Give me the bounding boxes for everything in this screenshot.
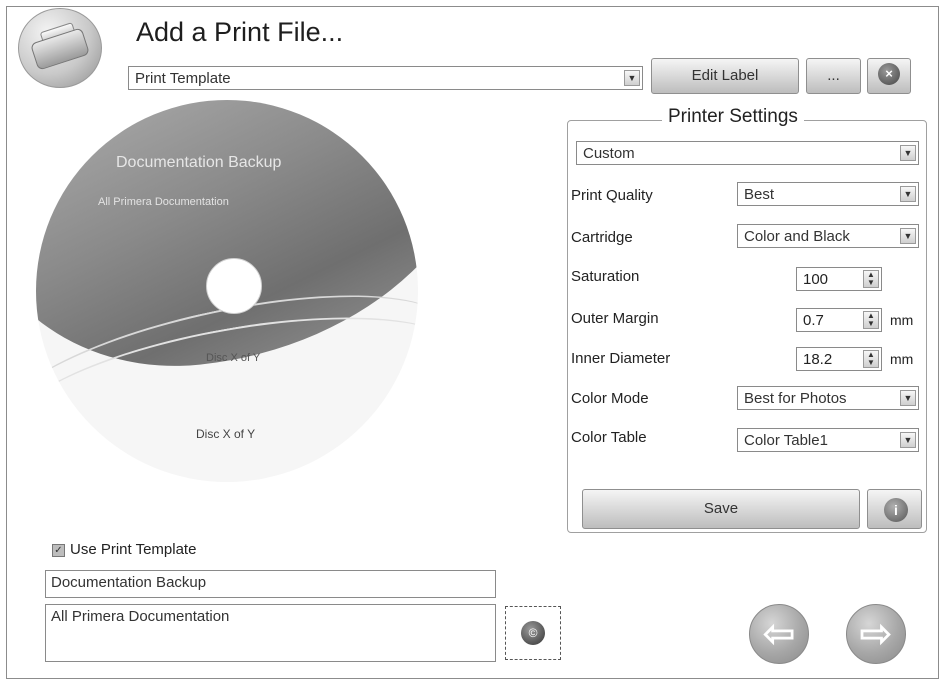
inner-diameter-stepper[interactable]: 18.2 ▲ ▼ [796, 347, 882, 371]
use-template-label: Use Print Template [70, 541, 197, 558]
left-arrow-icon: ⇦ [762, 612, 796, 656]
right-arrow-icon: ⇨ [859, 612, 893, 656]
printer-settings-title: Printer Settings [662, 106, 804, 128]
cartridge-label: Cartridge [571, 229, 633, 246]
chevron-down-icon[interactable]: ▼ [900, 228, 916, 244]
template-select-value: Print Template [135, 70, 231, 87]
close-icon: × [878, 63, 900, 85]
disc-subtitle-field[interactable]: All Primera Documentation [45, 604, 496, 662]
color-table-value: Color Table1 [744, 432, 828, 449]
outer-margin-label: Outer Margin [571, 310, 659, 327]
edit-label-button[interactable]: Edit Label [651, 58, 799, 94]
printer-preset-select[interactable]: Custom ▼ [576, 141, 919, 165]
stepper-arrows-icon[interactable]: ▲ ▼ [863, 270, 879, 288]
disc-title-field[interactable]: Documentation Backup [45, 570, 496, 598]
chevron-down-icon[interactable]: ▼ [900, 186, 916, 202]
color-table-label: Color Table [571, 429, 647, 446]
stepper-arrows-icon[interactable]: ▲ ▼ [863, 350, 879, 368]
inner-diameter-label: Inner Diameter [571, 350, 671, 367]
cartridge-value: Color and Black [744, 228, 850, 245]
printer-body-shape [29, 27, 91, 71]
outer-margin-unit: mm [890, 312, 914, 328]
color-mode-value: Best for Photos [744, 390, 847, 407]
disc-label-preview: Documentation Backup All Primera Documen… [36, 100, 418, 482]
printer-logo-icon [18, 8, 102, 88]
cartridge-select[interactable]: Color and Black ▼ [737, 224, 919, 248]
color-mode-label: Color Mode [571, 390, 649, 407]
close-button[interactable]: × [867, 58, 911, 94]
inner-diameter-unit: mm [890, 351, 914, 367]
chevron-down-icon[interactable]: ▼ [900, 390, 916, 406]
print-quality-select[interactable]: Best ▼ [737, 182, 919, 206]
print-quality-value: Best [744, 186, 775, 203]
disc-subtitle-text: All Primera Documentation [98, 196, 229, 208]
color-table-select[interactable]: Color Table1 ▼ [737, 428, 919, 452]
info-icon: i [884, 498, 908, 522]
info-button[interactable]: i [867, 489, 922, 529]
insert-symbol-button[interactable]: © [505, 606, 561, 660]
stepper-arrows-icon[interactable]: ▲ ▼ [863, 311, 879, 329]
disc-center-hole [206, 258, 262, 314]
copyright-icon: © [521, 621, 545, 645]
disc-number-text: Disc X of Y [206, 352, 261, 364]
disc-number-text: Disc X of Y [196, 427, 256, 441]
chevron-down-icon[interactable]: ▼ [624, 70, 640, 86]
template-select[interactable]: Print Template ▼ [128, 66, 643, 90]
chevron-down-icon[interactable]: ▼ [900, 145, 916, 161]
color-mode-select[interactable]: Best for Photos ▼ [737, 386, 919, 410]
more-options-button[interactable]: ... [806, 58, 861, 94]
inner-diameter-value: 18.2 [803, 351, 833, 368]
print-quality-label: Print Quality [571, 187, 653, 204]
saturation-value: 100 [803, 271, 829, 288]
outer-margin-value: 0.7 [803, 312, 824, 329]
disc-title-text: Documentation Backup [116, 154, 282, 171]
page-title: Add a Print File... [136, 17, 344, 47]
next-button[interactable]: ⇨ [846, 604, 906, 664]
save-button[interactable]: Save [582, 489, 860, 529]
printer-preset-value: Custom [583, 145, 635, 162]
outer-margin-stepper[interactable]: 0.7 ▲ ▼ [796, 308, 882, 332]
back-button[interactable]: ⇦ [749, 604, 809, 664]
saturation-stepper[interactable]: 100 ▲ ▼ [796, 267, 882, 291]
saturation-label: Saturation [571, 268, 640, 285]
chevron-down-icon[interactable]: ▼ [900, 432, 916, 448]
use-template-checkbox[interactable]: ✓ [52, 544, 65, 557]
